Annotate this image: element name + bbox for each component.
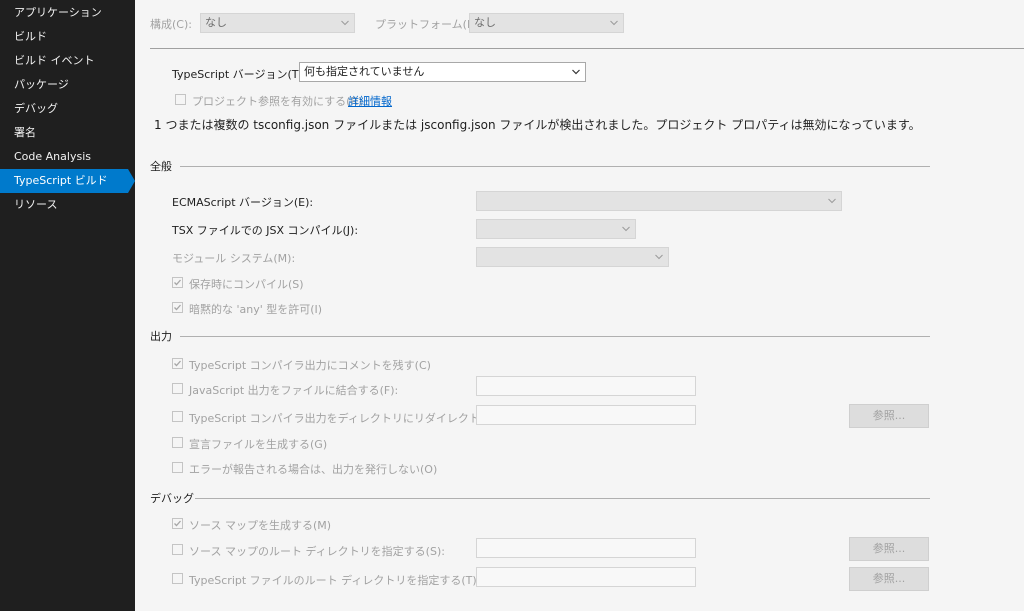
chevron-down-icon <box>610 20 618 26</box>
platform-dropdown[interactable]: なし <box>469 13 624 33</box>
sidebar-nav: アプリケーション ビルド ビルド イベント パッケージ デバッグ 署名 Code… <box>0 0 135 611</box>
sidebar-item-signing[interactable]: 署名 <box>0 121 135 145</box>
redirect-output-checkbox[interactable] <box>172 411 183 422</box>
browse-output-button[interactable]: 参照... <box>849 404 929 428</box>
keep-comments-checkbox[interactable] <box>172 358 183 369</box>
chevron-down-icon <box>572 69 580 75</box>
check-icon <box>174 360 181 367</box>
sidebar-item-typescript-build[interactable]: TypeScript ビルド <box>0 169 135 193</box>
general-divider <box>180 166 930 167</box>
project-ref-label: プロジェクト参照を有効にする(R) <box>192 95 363 108</box>
check-icon <box>174 304 181 311</box>
output-divider <box>180 336 930 337</box>
sidebar-item-label: ビルド イベント <box>14 54 95 67</box>
map-root-input[interactable] <box>476 538 696 558</box>
keep-comments-label: TypeScript コンパイラ出力にコメントを残す(C) <box>189 359 431 372</box>
learn-more-link[interactable]: 詳細情報 <box>348 93 392 109</box>
declaration-label: 宣言ファイルを生成する(G) <box>189 438 328 451</box>
ts-root-checkbox[interactable] <box>172 573 183 584</box>
no-emit-on-error-checkbox[interactable] <box>172 462 183 473</box>
chevron-down-icon <box>828 198 836 204</box>
sidebar-item-build-events[interactable]: ビルド イベント <box>0 49 135 73</box>
no-emit-on-error-label: エラーが報告される場合は、出力を発行しない(O) <box>189 463 438 476</box>
implicit-any-label: 暗黙的な 'any' 型を許可(I) <box>189 303 323 316</box>
ts-version-label: TypeScript バージョン(T): <box>172 68 307 81</box>
sidebar-item-label: Code Analysis <box>14 150 91 163</box>
sidebar-item-resources[interactable]: リソース <box>0 193 135 217</box>
sidebar-item-label: パッケージ <box>14 78 69 91</box>
ecmascript-label: ECMAScript バージョン(E): <box>172 196 314 209</box>
ts-root-label: TypeScript ファイルのルート ディレクトリを指定する(T): <box>189 574 481 587</box>
ts-root-input[interactable] <box>476 567 696 587</box>
header-divider <box>150 48 1024 49</box>
ecmascript-dropdown[interactable] <box>476 191 842 211</box>
check-icon <box>174 520 181 527</box>
sidebar-item-label: ビルド <box>14 30 47 43</box>
sidebar-item-debug[interactable]: デバッグ <box>0 97 135 121</box>
module-dropdown[interactable] <box>476 247 669 267</box>
map-root-checkbox[interactable] <box>172 544 183 555</box>
main-panel: 構成(C): なし プラットフォーム(M): なし TypeScript バージ… <box>135 0 1024 611</box>
combine-js-label: JavaScript 出力をファイルに結合する(F): <box>189 384 399 397</box>
debug-divider <box>195 498 930 499</box>
browse-map-root-button[interactable]: 参照... <box>849 537 929 561</box>
source-map-checkbox[interactable] <box>172 518 183 529</box>
sidebar-item-build[interactable]: ビルド <box>0 25 135 49</box>
sidebar-item-package[interactable]: パッケージ <box>0 73 135 97</box>
section-title-general: 全般 <box>150 160 172 173</box>
chevron-down-icon <box>622 226 630 232</box>
ts-version-value: 何も指定されていません <box>304 65 425 78</box>
sidebar-item-label: アプリケーション <box>14 6 102 19</box>
sidebar-item-code-analysis[interactable]: Code Analysis <box>0 145 135 169</box>
combine-js-input[interactable] <box>476 376 696 396</box>
section-title-output: 出力 <box>150 330 172 343</box>
redirect-output-input[interactable] <box>476 405 696 425</box>
sidebar-item-label: TypeScript ビルド <box>14 174 108 187</box>
compile-on-save-checkbox[interactable] <box>172 277 183 288</box>
ts-version-dropdown[interactable]: 何も指定されていません <box>299 62 586 82</box>
combine-js-checkbox[interactable] <box>172 383 183 394</box>
implicit-any-checkbox[interactable] <box>172 302 183 313</box>
sidebar-item-label: 署名 <box>14 126 36 139</box>
platform-value: なし <box>474 16 496 29</box>
browse-ts-root-button[interactable]: 参照... <box>849 567 929 591</box>
config-dropdown[interactable]: なし <box>200 13 355 33</box>
jsx-label: TSX ファイルでの JSX コンパイル(J): <box>172 224 359 237</box>
sidebar-item-application[interactable]: アプリケーション <box>0 1 135 25</box>
module-label: モジュール システム(M): <box>172 252 296 265</box>
declaration-checkbox[interactable] <box>172 437 183 448</box>
chevron-down-icon <box>655 254 663 260</box>
project-ref-checkbox[interactable] <box>175 94 186 105</box>
config-label: 構成(C): <box>150 18 192 31</box>
sidebar-item-label: デバッグ <box>14 102 58 115</box>
check-icon <box>174 279 181 286</box>
source-map-label: ソース マップを生成する(M) <box>189 519 332 532</box>
sidebar-item-label: リソース <box>14 198 58 211</box>
compile-on-save-label: 保存時にコンパイル(S) <box>189 278 304 291</box>
redirect-output-label: TypeScript コンパイラ出力をディレクトリにリダイレクトする(D): <box>189 412 523 425</box>
chevron-down-icon <box>341 20 349 26</box>
config-notice: 1 つまたは複数の tsconfig.json ファイルまたは jsconfig… <box>154 118 921 132</box>
config-value: なし <box>205 16 227 29</box>
section-title-debug: デバッグ <box>150 492 194 505</box>
jsx-dropdown[interactable] <box>476 219 636 239</box>
map-root-label: ソース マップのルート ディレクトリを指定する(S): <box>189 545 445 558</box>
